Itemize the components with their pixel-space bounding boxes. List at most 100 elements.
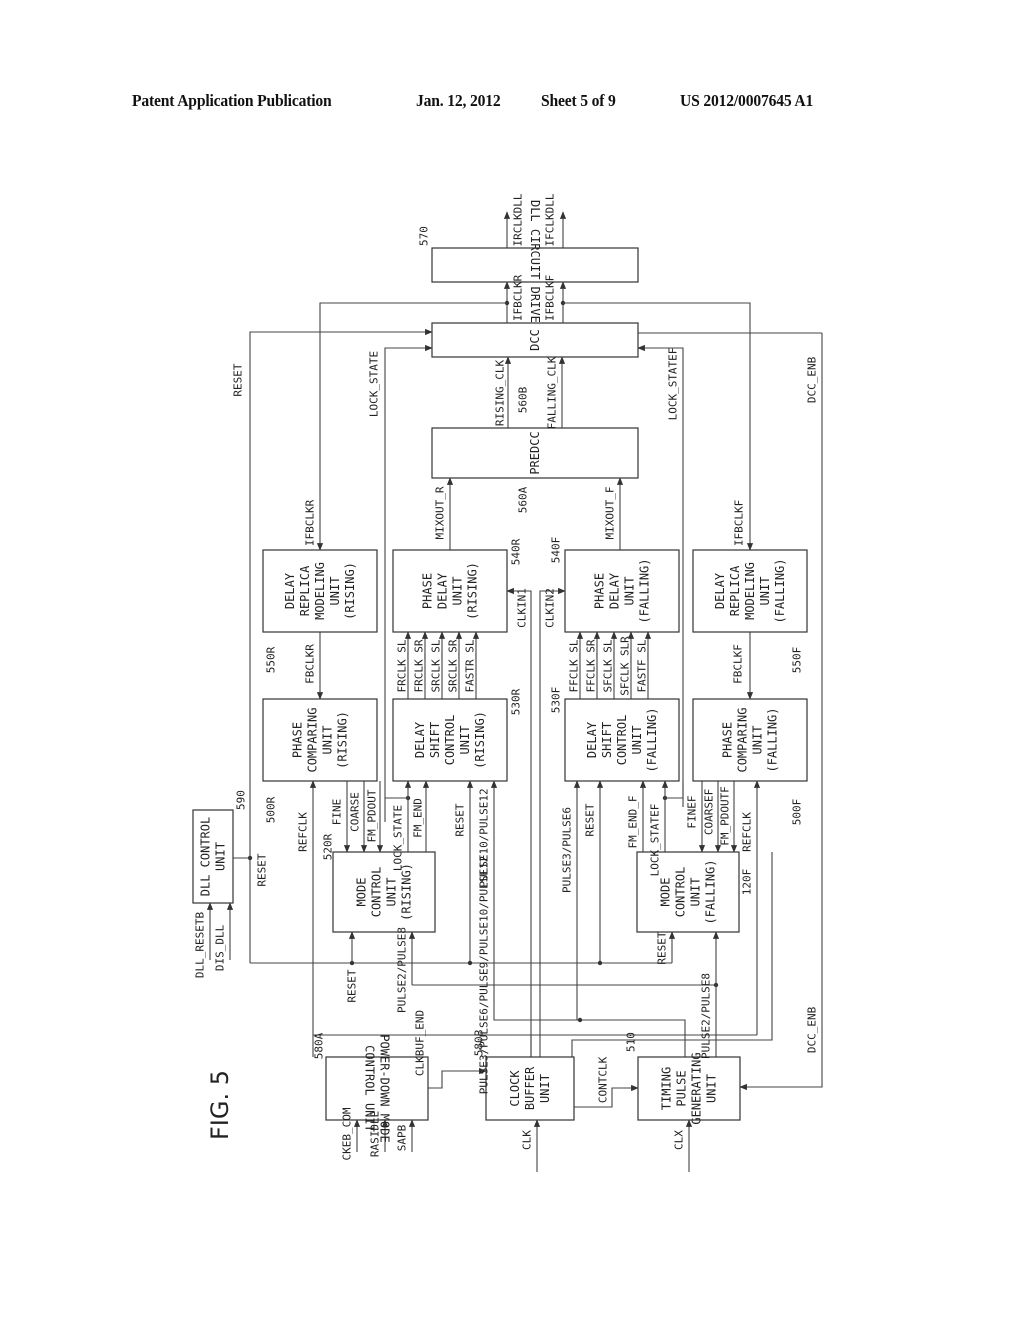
mode-control-rising-block: MODE CONTROL UNIT (RISING) [332, 851, 436, 933]
block-label: MODE [355, 878, 369, 907]
junction-dot [467, 960, 473, 966]
ref-520r: 520R [322, 833, 335, 860]
clkin2-label: CLKIN2 [544, 588, 557, 628]
block-label: UNIT [385, 878, 399, 907]
shift-falling-label: FFCLK_SL [568, 639, 581, 692]
block-label: UNIT [321, 726, 335, 755]
lock-statef-label2: LOCK_STATEF [649, 804, 662, 877]
block-label: PHASE [421, 573, 435, 609]
block-label: DELAY [585, 721, 599, 758]
reset-mode-rising-label: RESET [346, 969, 359, 1002]
block-label: PHASE [291, 722, 305, 758]
ref-530f: 530F [550, 687, 563, 714]
ref-500f: 500F [791, 799, 804, 826]
block-label: UNIT [214, 842, 228, 871]
block-label: DELAY [283, 572, 297, 609]
block-label: UNIT [630, 726, 644, 755]
block-label: DELAY [608, 572, 622, 609]
block-label: CONTROL [443, 715, 457, 766]
rising-clk-label: RISING_CLK [494, 360, 507, 427]
delay-replica-rising-block: DELAY REPLICA MODELING UNIT (RISING) [262, 549, 378, 633]
ref-540r: 540R [510, 538, 523, 565]
phase-delay-falling-block: PHASE DELAY UNIT (FALLING) [564, 549, 680, 633]
clock-buffer-block: CLOCK BUFFER UNIT [485, 1056, 575, 1121]
reset-shift-falling-label: RESET [584, 803, 597, 836]
lock-statef-branch [665, 781, 684, 799]
pulse2-8-falling-label: PULSE2/PULSE8 [700, 973, 713, 1059]
delay-replica-falling-block: DELAY REPLICA MODELING UNIT (FALLING) [692, 549, 808, 633]
block-label: UNIT [751, 726, 765, 755]
block-label: (RISING) [343, 562, 357, 620]
coarse-label: COARSE [349, 792, 362, 832]
reset-shift-rising-label: RESET [454, 803, 467, 836]
block-label: TIMING [660, 1067, 674, 1110]
block-label: UNIT [705, 1074, 719, 1103]
refclk-rising-label: REFCLK [297, 812, 310, 852]
clkbuf-end-label: CLKBUF_END [414, 1010, 427, 1076]
fine-label: FINE [331, 799, 344, 826]
finef-label: FINEF [686, 795, 699, 828]
dcc-enb-label: DCC_ENB [806, 356, 819, 403]
ref-570: 570 [418, 226, 431, 246]
dis-dll-label: DIS_DLL [214, 924, 227, 971]
refclk-falling-label: REFCLK [741, 812, 754, 852]
block-label: CONTROL [674, 867, 688, 918]
timing-pulse-block: TIMING PULSE GENERATING UNIT [637, 1052, 741, 1125]
block-label: (RISING) [336, 711, 350, 769]
phase-comparing-falling-block: PHASE COMPARING UNIT (FALLING) [692, 698, 808, 782]
phase-comparing-rising-block: PHASE COMPARING UNIT (RISING) [262, 698, 378, 782]
block-label: UNIT [458, 726, 472, 755]
block-label: UNIT [758, 577, 772, 606]
block-label: PHASE [721, 722, 735, 758]
block-label: MODELING [313, 562, 327, 620]
phase-delay-rising-block: PHASE DELAY UNIT (RISING) [392, 549, 508, 633]
block-label: DLL CIRCUIT DRIVER [528, 200, 542, 331]
shift-rising-label: FASTR_SL [464, 639, 477, 692]
lock-statef-label: LOCK_STATEF [667, 348, 680, 421]
dll-control-block: DLL CONTROL UNIT [192, 809, 234, 904]
circuit-diagram: DLL CIRCUIT DRIVERDCCPREDCCDELAY REPLICA M… [192, 193, 823, 1172]
clk-label: CLK [521, 1130, 534, 1150]
mixout-f-label: MIXOUT_F [604, 487, 617, 540]
ckeb-com-label: CKEB_COM [341, 1107, 354, 1160]
pulse-long-label: PULSE3/PULSE6/PULSE9/PULSE10/PULSE12 [478, 856, 491, 1094]
dll-resetb-label: DLL_RESETB [194, 912, 207, 979]
block-label: CLOCK [508, 1070, 522, 1107]
fm-pdoutf-label: FM_PDOUTF [719, 786, 732, 846]
fbclkf-label: FBCLKF [732, 644, 745, 684]
block-label: CONTROL [370, 867, 384, 918]
block-label: REPLICA [728, 565, 742, 616]
block-label: MODELING [743, 562, 757, 620]
delay-shift-rising-block: DELAY SHIFT CONTROL UNIT (RISING) [392, 698, 508, 782]
ref-550r: 550R [265, 646, 278, 673]
block-label: SHIFT [428, 722, 442, 758]
block-label: GENERATING [690, 1052, 704, 1124]
ifbclkf-label: IFBCLKF [544, 275, 557, 321]
reset-mode-falling-label: RESET [656, 931, 669, 964]
lock-state-shift-label: LOCK_STATE [392, 805, 405, 871]
ref-580a: 580A [313, 1032, 326, 1059]
block-label: UNIT [328, 577, 342, 606]
ref-560b: 560B [517, 386, 530, 413]
block-label: (RISING) [466, 562, 480, 620]
contclk-label: CONTCLK [597, 1056, 610, 1103]
junction-dot [597, 960, 603, 966]
block-label: UNIT [623, 577, 637, 606]
clkin1-wire [506, 587, 532, 1057]
fbclkr-label: FBCLKR [304, 644, 317, 684]
fm-end-f-label: FM_END_F [627, 796, 640, 849]
shift-rising-label: FRCLK_SR [413, 639, 426, 692]
block-label: PREDCC [528, 431, 542, 474]
shift-rising-label: FRCLK_SL [396, 639, 409, 692]
shift-rising-label: SRCLK_SL [430, 639, 443, 692]
dcc-enb-label-bottom: DCC_ENB [806, 1006, 819, 1053]
mixout-r-label: MIXOUT_R [434, 486, 447, 539]
reset-label: RESET [232, 363, 245, 396]
block-label: MODE [659, 878, 673, 907]
ifbclkf-feedback-label: IFBCLKF [733, 500, 746, 546]
shift-falling-label: FFCLK_SR [585, 639, 598, 692]
block-label: PHASE [593, 573, 607, 609]
block-label: DELAY [436, 572, 450, 609]
ref-510: 510 [625, 1032, 638, 1052]
block-label: (FALLING) [704, 859, 718, 924]
